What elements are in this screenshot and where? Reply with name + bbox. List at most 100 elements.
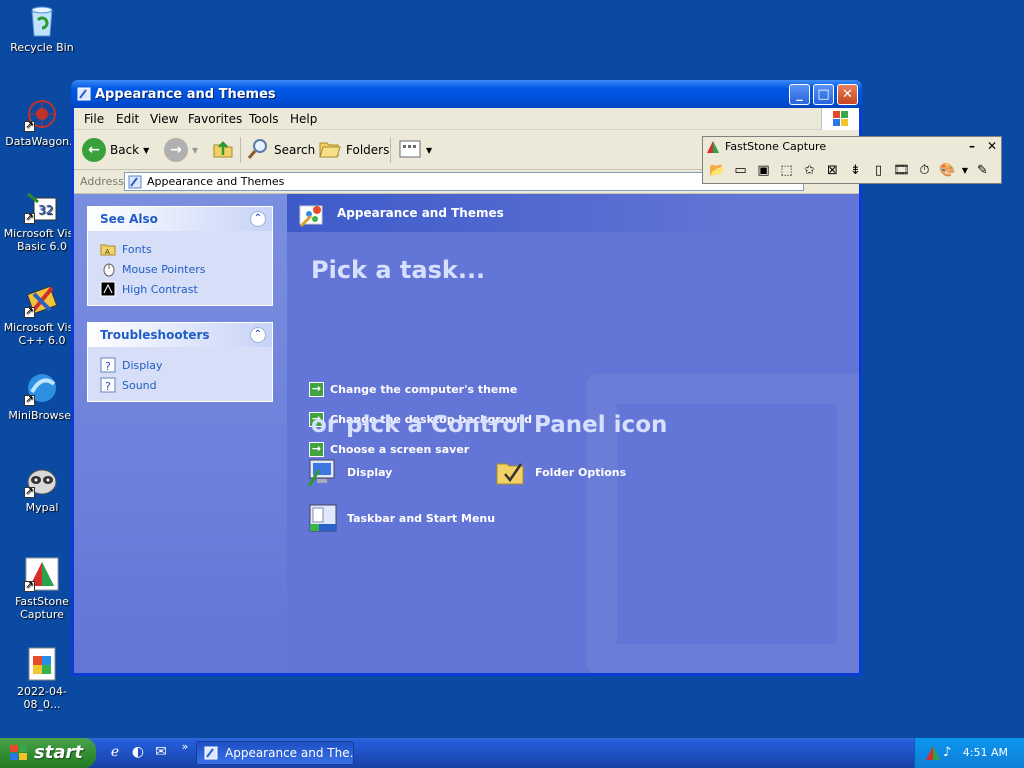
screen-recorder-icon[interactable]: 🎞 (892, 161, 911, 180)
window-titlebar[interactable]: Appearance and Themes _ □ ✕ (71, 80, 862, 108)
search-button[interactable]: Search (246, 136, 315, 164)
desktop-icon-label: 2022-04-08_0... (17, 685, 67, 711)
maximize-button[interactable]: □ (813, 84, 834, 105)
up-folder-icon (211, 137, 235, 164)
cp-display-label: Display (347, 465, 393, 479)
folder-options-icon (495, 456, 527, 488)
taskbar-button-label: Appearance and The... (225, 746, 354, 760)
troubleshooters-header[interactable]: Troubleshooters ⌃ (88, 323, 272, 347)
start-button[interactable]: start (0, 738, 96, 768)
capture-window-icon[interactable]: ▭ (731, 161, 750, 180)
quicklaunch-chevron-icon[interactable]: » (176, 740, 194, 758)
views-dropdown-icon: ▼ (426, 145, 433, 155)
views-button[interactable]: ▼ (398, 136, 432, 164)
troubleshooters-title: Troubleshooters (100, 328, 210, 342)
control-panel-icon (204, 746, 218, 760)
cp-taskbar-start-menu-item[interactable]: Taskbar and Start Menu (307, 502, 495, 534)
minibrowser-quicklaunch-icon[interactable]: ◐ (129, 744, 147, 762)
capture-freehand-icon[interactable]: ✩ (800, 161, 819, 180)
menu-favorites[interactable]: Favorites (188, 112, 242, 126)
up-folder-button[interactable] (211, 136, 235, 164)
internet-explorer-icon[interactable]: ℯ (106, 744, 124, 762)
taskbar-button-appearance-themes[interactable]: Appearance and The... (196, 741, 354, 765)
see-also-fonts-link[interactable]: A Fonts (100, 239, 272, 259)
cp-taskbar-label: Taskbar and Start Menu (347, 511, 496, 525)
menu-file[interactable]: File (84, 112, 104, 126)
system-tray: ♪ 4:51 AM (914, 738, 1024, 768)
output-dropdown-icon[interactable]: ▼ (961, 161, 969, 180)
capture-rectangle-icon[interactable]: ⬚ (777, 161, 796, 180)
back-arrow-icon: ← (82, 138, 106, 162)
shortcut-arrow-icon (24, 211, 35, 224)
collapse-chevron-icon[interactable]: ⌃ (250, 327, 266, 343)
folders-button[interactable]: Folders (318, 136, 389, 164)
fonts-label: Fonts (122, 242, 152, 256)
search-label: Search (274, 143, 316, 157)
menu-help[interactable]: Help (290, 112, 317, 126)
task-pane: See Also ⌃ A Fonts Mouse Pointers High C… (74, 194, 287, 673)
settings-icon[interactable]: ✎ (973, 161, 992, 180)
see-also-header[interactable]: See Also ⌃ (88, 207, 272, 231)
forward-dropdown-icon[interactable]: ▼ (192, 146, 198, 155)
faststone-minimize-button[interactable]: – (969, 139, 975, 153)
taskbar-clock[interactable]: 4:51 AM (963, 746, 1008, 759)
close-button[interactable]: ✕ (837, 84, 858, 105)
back-button[interactable]: ← Back ▼ (82, 136, 149, 164)
cp-display-item[interactable]: Display (307, 456, 392, 488)
back-dropdown-icon[interactable]: ▼ (143, 146, 149, 155)
svg-text:A: A (105, 248, 110, 256)
cp-folder-options-label: Folder Options (535, 465, 627, 479)
forward-button[interactable]: → ▼ (164, 136, 198, 164)
fonts-folder-icon: A (100, 241, 116, 257)
recycle-bin-icon (24, 2, 60, 38)
output-destination-icon[interactable]: 🎨 (938, 161, 957, 180)
faststone-capture-toolbar: FastStone Capture – ✕ 📂 ▭ ▣ ⬚ ✩ ⊠ ⇟ ▯ 🎞 … (702, 136, 1002, 184)
faststone-close-button[interactable]: ✕ (987, 139, 997, 153)
green-arrow-icon: → (309, 441, 324, 457)
mouse-icon (100, 261, 116, 277)
green-arrow-icon: → (309, 381, 324, 397)
shortcut-arrow-icon (24, 579, 35, 592)
faststone-titlebar[interactable]: FastStone Capture – ✕ (703, 137, 1001, 157)
taskbar-start-menu-icon (307, 502, 339, 534)
see-also-panel: See Also ⌃ A Fonts Mouse Pointers High C… (87, 206, 273, 306)
capture-fixed-region-icon[interactable]: ▯ (869, 161, 888, 180)
minibrowser-icon (24, 370, 60, 406)
sound-label: Sound (122, 378, 157, 392)
address-label: Address (80, 175, 124, 188)
desktop-icon-label: Recycle Bin (10, 41, 74, 54)
minimize-button[interactable]: _ (789, 84, 810, 105)
capture-scrolling-icon[interactable]: ⇟ (846, 161, 865, 180)
menu-edit[interactable]: Edit (116, 112, 139, 126)
category-pane: Appearance and Themes Pick a task... → C… (287, 194, 859, 673)
pick-a-task-heading: Pick a task... (311, 256, 486, 284)
outlook-express-icon[interactable]: ✉ (152, 744, 170, 762)
back-label: Back (110, 143, 140, 157)
delay-timer-icon[interactable]: ⏱ (915, 161, 934, 180)
collapse-chevron-icon[interactable]: ⌃ (250, 211, 266, 227)
tray-app-icon[interactable]: ♪ (943, 745, 951, 760)
help-question-icon: ? (100, 377, 116, 393)
capture-object-icon[interactable]: ▣ (754, 161, 773, 180)
views-icon (398, 137, 422, 164)
open-file-icon[interactable]: 📂 (708, 161, 727, 180)
menu-tools[interactable]: Tools (249, 112, 279, 126)
troubleshooter-sound-link[interactable]: ? Sound (100, 375, 272, 395)
cp-folder-options-item[interactable]: Folder Options (495, 456, 626, 488)
shortcut-arrow-icon (24, 393, 35, 406)
desktop-icon-recycle-bin[interactable]: Recycle Bin (0, 2, 84, 54)
task-label: Choose a screen saver (330, 442, 470, 456)
shortcut-arrow-icon (24, 305, 35, 318)
shortcut-arrow-icon (24, 485, 35, 498)
visual-basic-icon: 32 (24, 188, 60, 224)
troubleshooter-display-link[interactable]: ? Display (100, 355, 272, 375)
faststone-tools: 📂 ▭ ▣ ⬚ ✩ ⊠ ⇟ ▯ 🎞 ⏱ 🎨 ▼ ✎ (705, 161, 1001, 183)
faststone-tray-icon[interactable] (925, 745, 941, 764)
menu-view[interactable]: View (150, 112, 178, 126)
window-title: Appearance and Themes (95, 87, 276, 102)
task-change-theme[interactable]: → Change the computer's theme (309, 380, 517, 398)
folders-label: Folders (346, 143, 390, 157)
see-also-mouse-pointers-link[interactable]: Mouse Pointers (100, 259, 272, 279)
see-also-high-contrast-link[interactable]: High Contrast (100, 279, 272, 299)
capture-fullscreen-icon[interactable]: ⊠ (823, 161, 842, 180)
